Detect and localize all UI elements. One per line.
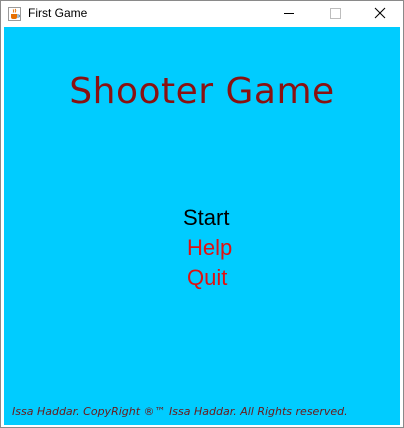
game-window: First Game Shooter Game Start Help Quit …: [0, 0, 404, 428]
window-title: First Game: [28, 6, 88, 20]
game-title: Shooter Game: [69, 71, 335, 112]
title-bar[interactable]: First Game: [1, 1, 403, 26]
maximize-icon: [330, 8, 341, 19]
close-button[interactable]: [357, 1, 403, 26]
copyright-footer: Issa Haddar. CopyRight ®™ Issa Haddar. A…: [12, 405, 348, 418]
menu-item-start[interactable]: Start: [183, 205, 229, 231]
java-cup-icon: [8, 6, 21, 21]
menu-item-quit[interactable]: Quit: [187, 265, 227, 291]
minimize-icon: [284, 13, 294, 14]
menu-item-help[interactable]: Help: [187, 235, 232, 261]
minimize-button[interactable]: [266, 1, 312, 26]
maximize-button[interactable]: [312, 1, 358, 26]
game-canvas[interactable]: Shooter Game Start Help Quit Issa Haddar…: [4, 27, 400, 425]
close-icon: [374, 7, 386, 19]
